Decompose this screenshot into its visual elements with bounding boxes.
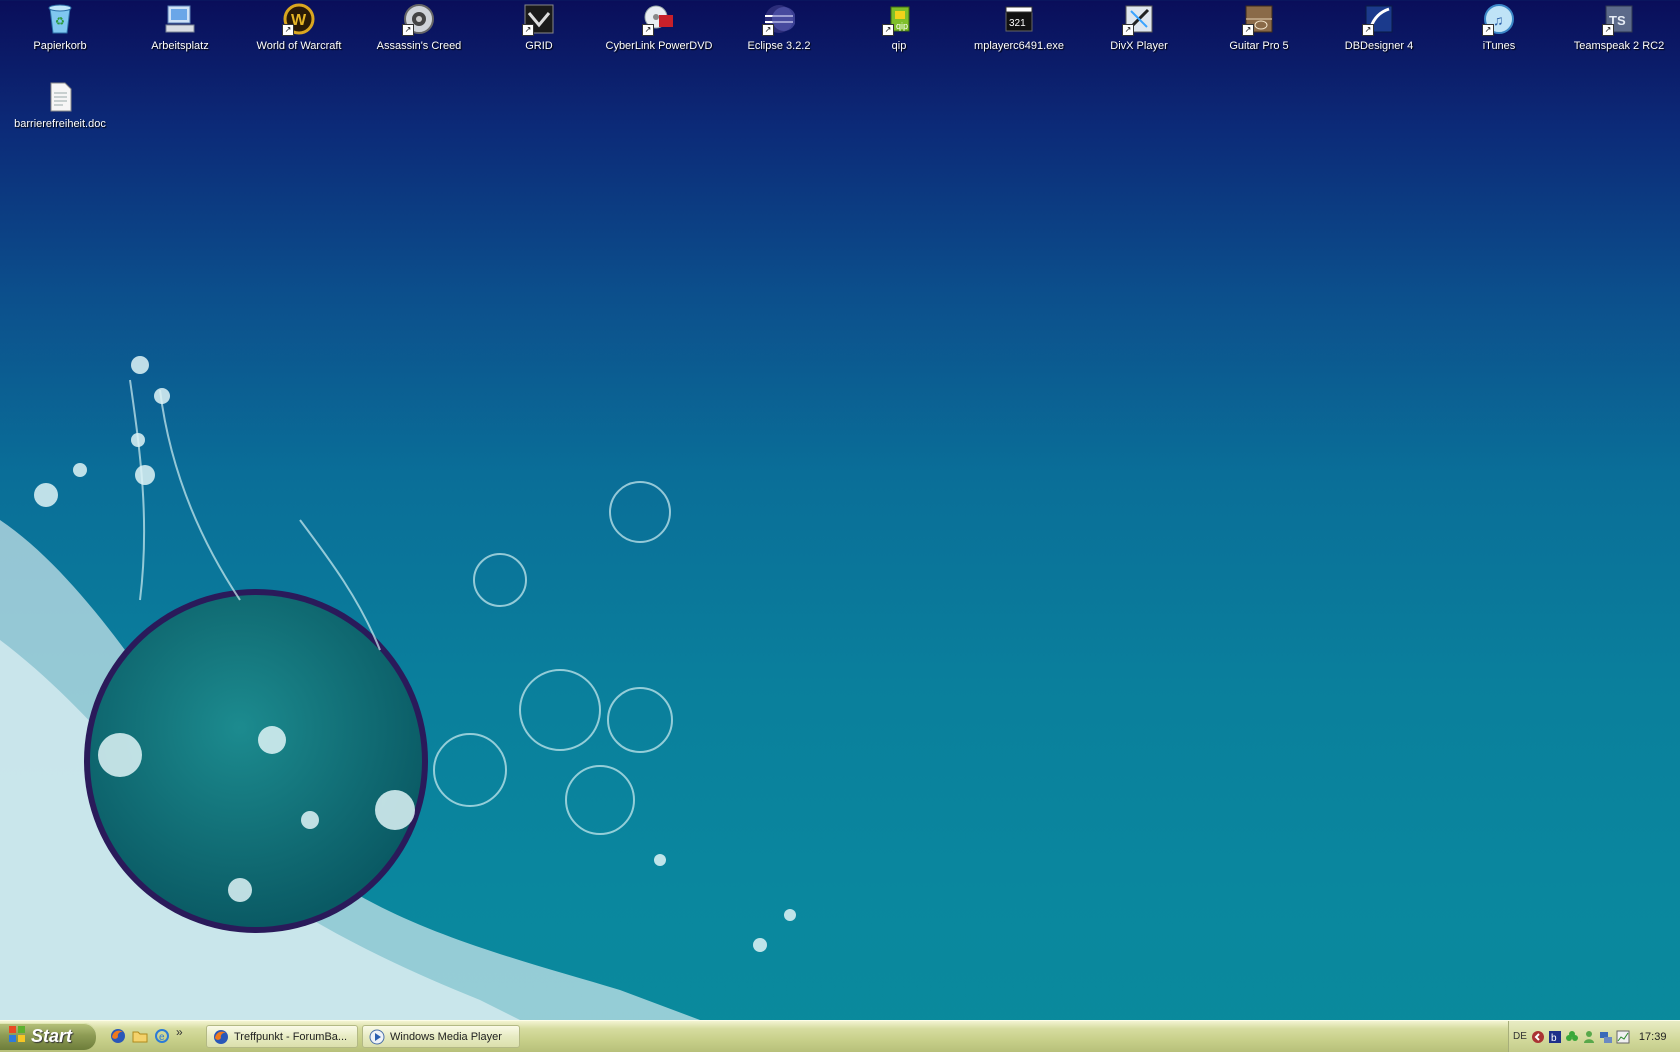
guitar-pro-icon: ↗ xyxy=(1242,2,1276,36)
svg-text:♫: ♫ xyxy=(1493,12,1504,28)
media-player-icon xyxy=(369,1029,385,1045)
shortcut-arrow-icon: ↗ xyxy=(522,24,534,36)
task-label: Windows Media Player xyxy=(390,1030,502,1043)
icon-label: Eclipse 3.2.2 xyxy=(747,40,811,52)
qip-icon: qip ↗ xyxy=(882,2,916,36)
eclipse-icon: ↗ xyxy=(762,2,796,36)
firefox-icon xyxy=(213,1029,229,1045)
desktop-icon-my-computer[interactable]: Arbeitsplatz xyxy=(124,2,236,52)
desktop-icon-world-of-warcraft[interactable]: W ↗ World of Warcraft xyxy=(243,2,355,52)
desktop-icon-grid[interactable]: ↗ GRID xyxy=(483,2,595,52)
my-computer-icon xyxy=(163,2,197,36)
icon-label: Assassin's Creed xyxy=(376,40,462,52)
tray-chart-icon[interactable] xyxy=(1616,1030,1630,1044)
folder-quicklaunch-icon[interactable] xyxy=(132,1028,148,1044)
desktop-icon-barrierefreiheit-doc[interactable]: barrierefreiheit.doc xyxy=(4,80,116,130)
start-button[interactable]: Start xyxy=(0,1023,96,1050)
assassins-creed-icon: ↗ xyxy=(402,2,436,36)
desktop-icon-dbdesigner[interactable]: ↗ DBDesigner 4 xyxy=(1323,2,1435,52)
shortcut-arrow-icon: ↗ xyxy=(1482,24,1494,36)
system-tray: DE b 17:39 xyxy=(1508,1021,1680,1052)
desktop-icon-itunes[interactable]: ♫ ↗ iTunes xyxy=(1443,2,1555,52)
taskbar: Start e » Treffpunkt - ForumBa... Window… xyxy=(0,1020,1680,1052)
clock[interactable]: 17:39 xyxy=(1639,1031,1667,1043)
desktop-icon-eclipse[interactable]: ↗ Eclipse 3.2.2 xyxy=(723,2,835,52)
icon-label: CyberLink PowerDVD xyxy=(605,40,713,52)
tray-back-arrow-icon[interactable] xyxy=(1531,1030,1545,1044)
icon-label: Papierkorb xyxy=(33,40,87,52)
shortcut-arrow-icon: ↗ xyxy=(402,24,414,36)
shortcut-arrow-icon: ↗ xyxy=(1122,24,1134,36)
internet-explorer-quicklaunch-icon[interactable]: e xyxy=(154,1028,170,1044)
taskbar-button-firefox[interactable]: Treffpunkt - ForumBa... xyxy=(206,1025,358,1048)
tray-b-app-icon[interactable]: b xyxy=(1548,1030,1562,1044)
desktop-icon-qip[interactable]: qip ↗ qip xyxy=(843,2,955,52)
dbdesigner-icon: ↗ xyxy=(1362,2,1396,36)
grid-game-icon: ↗ xyxy=(522,2,556,36)
shortcut-arrow-icon: ↗ xyxy=(882,24,894,36)
desktop-icon-teamspeak[interactable]: TS ↗ Teamspeak 2 RC2 xyxy=(1563,2,1675,52)
divx-icon: ↗ xyxy=(1122,2,1156,36)
shortcut-arrow-icon: ↗ xyxy=(1602,24,1614,36)
icon-label: World of Warcraft xyxy=(256,40,342,52)
task-label: Treffpunkt - ForumBa... xyxy=(234,1030,348,1043)
desktop-icon-mplayer[interactable]: 321 mplayerc6491.exe xyxy=(963,2,1075,52)
document-icon xyxy=(43,80,77,114)
wallpaper xyxy=(0,356,796,1020)
recycle-bin-icon: ♻ xyxy=(43,2,77,36)
tray-user-icon[interactable] xyxy=(1582,1030,1596,1044)
desktop-icon-guitar-pro[interactable]: ↗ Guitar Pro 5 xyxy=(1203,2,1315,52)
mplayer-icon: 321 xyxy=(1002,2,1036,36)
svg-text:b: b xyxy=(1551,1033,1557,1044)
icon-label: GRID xyxy=(525,40,553,52)
windows-logo-icon xyxy=(8,1025,26,1048)
tray-clover-icon[interactable] xyxy=(1565,1030,1579,1044)
language-indicator[interactable]: DE xyxy=(1513,1031,1527,1042)
icon-label: Arbeitsplatz xyxy=(151,40,209,52)
desktop-icon-powerdvd[interactable]: ↗ CyberLink PowerDVD xyxy=(603,2,715,52)
desktop-icon-divx[interactable]: ↗ DivX Player xyxy=(1083,2,1195,52)
start-label: Start xyxy=(31,1026,73,1046)
svg-text:qip: qip xyxy=(896,21,908,31)
shortcut-arrow-icon: ↗ xyxy=(762,24,774,36)
shortcut-arrow-icon: ↗ xyxy=(1242,24,1254,36)
icon-label: barrierefreiheit.doc xyxy=(14,118,106,130)
icon-label: DivX Player xyxy=(1110,40,1168,52)
powerdvd-icon: ↗ xyxy=(642,2,676,36)
svg-text:♻: ♻ xyxy=(55,16,65,28)
icon-label: mplayerc6491.exe xyxy=(974,40,1064,52)
taskbar-button-media-player[interactable]: Windows Media Player xyxy=(362,1025,520,1048)
quicklaunch-more-chevron[interactable]: » xyxy=(176,1025,192,1041)
shortcut-arrow-icon: ↗ xyxy=(642,24,654,36)
firefox-quicklaunch-icon[interactable] xyxy=(110,1028,126,1044)
icon-label: DBDesigner 4 xyxy=(1344,40,1414,52)
svg-text:e: e xyxy=(159,1032,165,1043)
icon-label: Guitar Pro 5 xyxy=(1229,40,1289,52)
desktop-icon-recycle-bin[interactable]: ♻ Papierkorb xyxy=(4,2,116,52)
icon-label: Teamspeak 2 RC2 xyxy=(1573,40,1665,52)
shortcut-arrow-icon: ↗ xyxy=(1362,24,1374,36)
itunes-icon: ♫ ↗ xyxy=(1482,2,1516,36)
shortcut-arrow-icon: ↗ xyxy=(282,24,294,36)
svg-text:321: 321 xyxy=(1009,18,1026,29)
tray-network-icon[interactable] xyxy=(1599,1030,1613,1044)
wow-icon: W ↗ xyxy=(282,2,316,36)
icon-label: qip xyxy=(891,40,907,52)
icon-label: iTunes xyxy=(1482,40,1516,52)
teamspeak-icon: TS ↗ xyxy=(1602,2,1636,36)
desktop-icon-assassins-creed[interactable]: ↗ Assassin's Creed xyxy=(363,2,475,52)
